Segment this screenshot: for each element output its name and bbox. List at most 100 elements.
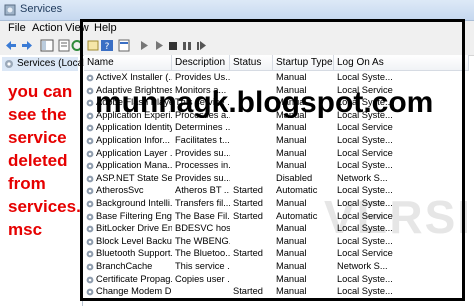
cell-status: Started xyxy=(233,198,263,208)
cell-name: AtherosSvc xyxy=(96,185,144,196)
menu-file[interactable]: File xyxy=(8,22,26,34)
menu-action[interactable]: Action xyxy=(32,22,63,34)
table-row[interactable]: Application Identity Determines ... Manual… xyxy=(84,122,469,133)
table-row[interactable]: Application Layer ... Provides su... Manua… xyxy=(84,148,469,159)
cell-name: Application Identity xyxy=(96,122,172,133)
cell-log-on-as: Local Syste... xyxy=(337,185,393,196)
start-service-icon[interactable] xyxy=(137,39,151,52)
cell-log-on-as: Local Syste... xyxy=(337,198,393,208)
cell-description: The Base Fil... xyxy=(175,210,230,221)
menu-help[interactable]: Help xyxy=(94,22,117,34)
services-app-icon xyxy=(4,4,16,16)
table-row[interactable]: Certificate Propag... Copies user ... Manu… xyxy=(84,274,469,285)
table-row[interactable]: Bluetooth Support... The Bluetoo... Starte… xyxy=(84,248,469,259)
col-header-log-on-as[interactable]: Log On As xyxy=(334,55,469,71)
cell-status: Started xyxy=(233,248,263,259)
cell-log-on-as: Local Syste... xyxy=(337,135,393,145)
cell-description: BDESVC hos... xyxy=(175,223,230,234)
menu-bar: File Action View Help xyxy=(0,21,474,37)
window-titlebar: Services xyxy=(0,0,474,21)
cell-log-on-as: Network S... xyxy=(337,172,388,183)
cell-description: Processes in... xyxy=(175,160,230,171)
cell-log-on-as: Local Service xyxy=(337,147,393,158)
table-row[interactable]: Block Level Backu...The WBENG... Manual Lo… xyxy=(84,236,469,247)
cell-status: Started xyxy=(233,185,263,196)
cell-startup-type: Manual xyxy=(276,235,307,246)
cell-description: The Bluetoo... xyxy=(175,248,230,259)
help-icon[interactable]: ? xyxy=(100,39,114,52)
table-row[interactable]: BitLocker Drive En...BDESVC hos... Manual… xyxy=(84,223,469,234)
export-list-icon[interactable] xyxy=(86,39,100,52)
cell-status: Started xyxy=(233,286,263,297)
cell-startup-type: Manual xyxy=(276,135,307,145)
cell-log-on-as: Local Service xyxy=(337,210,393,221)
forward-arrow-icon[interactable] xyxy=(20,39,34,52)
cell-log-on-as: Local Service xyxy=(337,122,393,133)
refresh-icon[interactable] xyxy=(70,39,84,52)
cell-startup-type: Disabled xyxy=(276,172,313,183)
cell-startup-type: Manual xyxy=(276,223,307,234)
cell-name: Base Filtering Engi... xyxy=(96,210,172,221)
cell-description: Atheros BT ... xyxy=(175,185,230,196)
table-row[interactable]: Application Mana... Processes in... Manual… xyxy=(84,160,469,171)
window-title: Services xyxy=(20,3,63,15)
cell-startup-type: Manual xyxy=(276,261,307,271)
cell-name: Certificate Propag... xyxy=(96,273,172,284)
tree-item-services-local[interactable]: Services (Local) xyxy=(2,57,89,71)
cell-name: Application Mana... xyxy=(96,160,172,171)
cell-startup-type: Manual xyxy=(276,147,307,158)
back-arrow-icon[interactable] xyxy=(4,39,18,52)
cell-startup-type: Manual xyxy=(276,198,307,208)
table-row[interactable]: ASP.NET State Ser...Provides su... Disabl… xyxy=(84,173,469,184)
cell-name: Background Intelli... xyxy=(96,198,172,208)
col-header-description[interactable]: Description xyxy=(172,55,230,71)
pause-service-icon[interactable] xyxy=(180,39,194,52)
cell-startup-type: Manual xyxy=(276,286,307,297)
cell-startup-type: Manual xyxy=(276,248,307,259)
col-header-startup-type[interactable]: Startup Type xyxy=(273,55,334,71)
cell-log-on-as: Local Syste... xyxy=(337,235,393,246)
cell-log-on-as: Local Syste... xyxy=(337,160,393,171)
console-tree-icon[interactable] xyxy=(40,39,54,52)
cell-description: Copies user ... xyxy=(175,273,230,284)
cell-startup-type: Manual xyxy=(276,72,307,82)
cell-name: Block Level Backu... xyxy=(96,235,172,246)
cell-log-on-as: Local Syste... xyxy=(337,273,393,284)
details-icon[interactable] xyxy=(117,39,131,52)
cell-name: Application Layer ... xyxy=(96,147,172,158)
cell-log-on-as: Network S... xyxy=(337,261,388,271)
cell-description: Provides su... xyxy=(175,172,230,183)
cell-log-on-as: Local Syste... xyxy=(337,72,393,82)
cell-description: Facilitates t... xyxy=(175,135,230,145)
table-row[interactable]: Change Modem D... Started Manual Local Syst… xyxy=(84,286,469,297)
cell-log-on-as: Local Service xyxy=(337,248,393,259)
properties-icon[interactable] xyxy=(57,39,71,52)
cell-description: Determines ... xyxy=(175,122,230,133)
cell-startup-type: Manual xyxy=(276,122,307,133)
cell-startup-type: Manual xyxy=(276,160,307,171)
cell-description: This service ... xyxy=(175,261,230,271)
cell-name: BranchCache xyxy=(96,261,153,271)
cell-description: The WBENG... xyxy=(175,235,230,246)
col-header-name[interactable]: Name xyxy=(84,55,172,71)
toolbar: ? xyxy=(0,37,474,56)
cell-name: BitLocker Drive En... xyxy=(96,223,172,234)
start-service-alt-icon[interactable] xyxy=(152,39,166,52)
gear-icon xyxy=(5,60,13,68)
table-row[interactable]: BranchCache This service ... Manual Network… xyxy=(84,261,469,272)
menu-view[interactable]: View xyxy=(65,22,89,34)
table-row[interactable]: Background Intelli... Transfers fil... Sta… xyxy=(84,198,469,209)
table-row[interactable]: Application Infor... Facilitates t... Manu… xyxy=(84,135,469,146)
restart-service-icon[interactable] xyxy=(194,39,208,52)
cell-startup-type: Manual xyxy=(276,273,307,284)
table-row[interactable]: ActiveX Installer (... Provides Us... Manu… xyxy=(84,72,469,83)
table-row[interactable]: AtherosSvc Atheros BT ... Started Automatic… xyxy=(84,185,469,196)
col-header-status[interactable]: Status xyxy=(230,55,273,71)
stop-service-icon[interactable] xyxy=(166,39,180,52)
cell-description: Transfers fil... xyxy=(175,198,230,208)
table-row[interactable]: Base Filtering Engi...The Base Fil...Sta… xyxy=(84,211,469,222)
cell-log-on-as: Local Syste... xyxy=(337,286,393,297)
cell-status: Started xyxy=(233,210,263,221)
cell-name: Application Infor... xyxy=(96,135,170,145)
cell-log-on-as: Local Syste... xyxy=(337,223,393,234)
